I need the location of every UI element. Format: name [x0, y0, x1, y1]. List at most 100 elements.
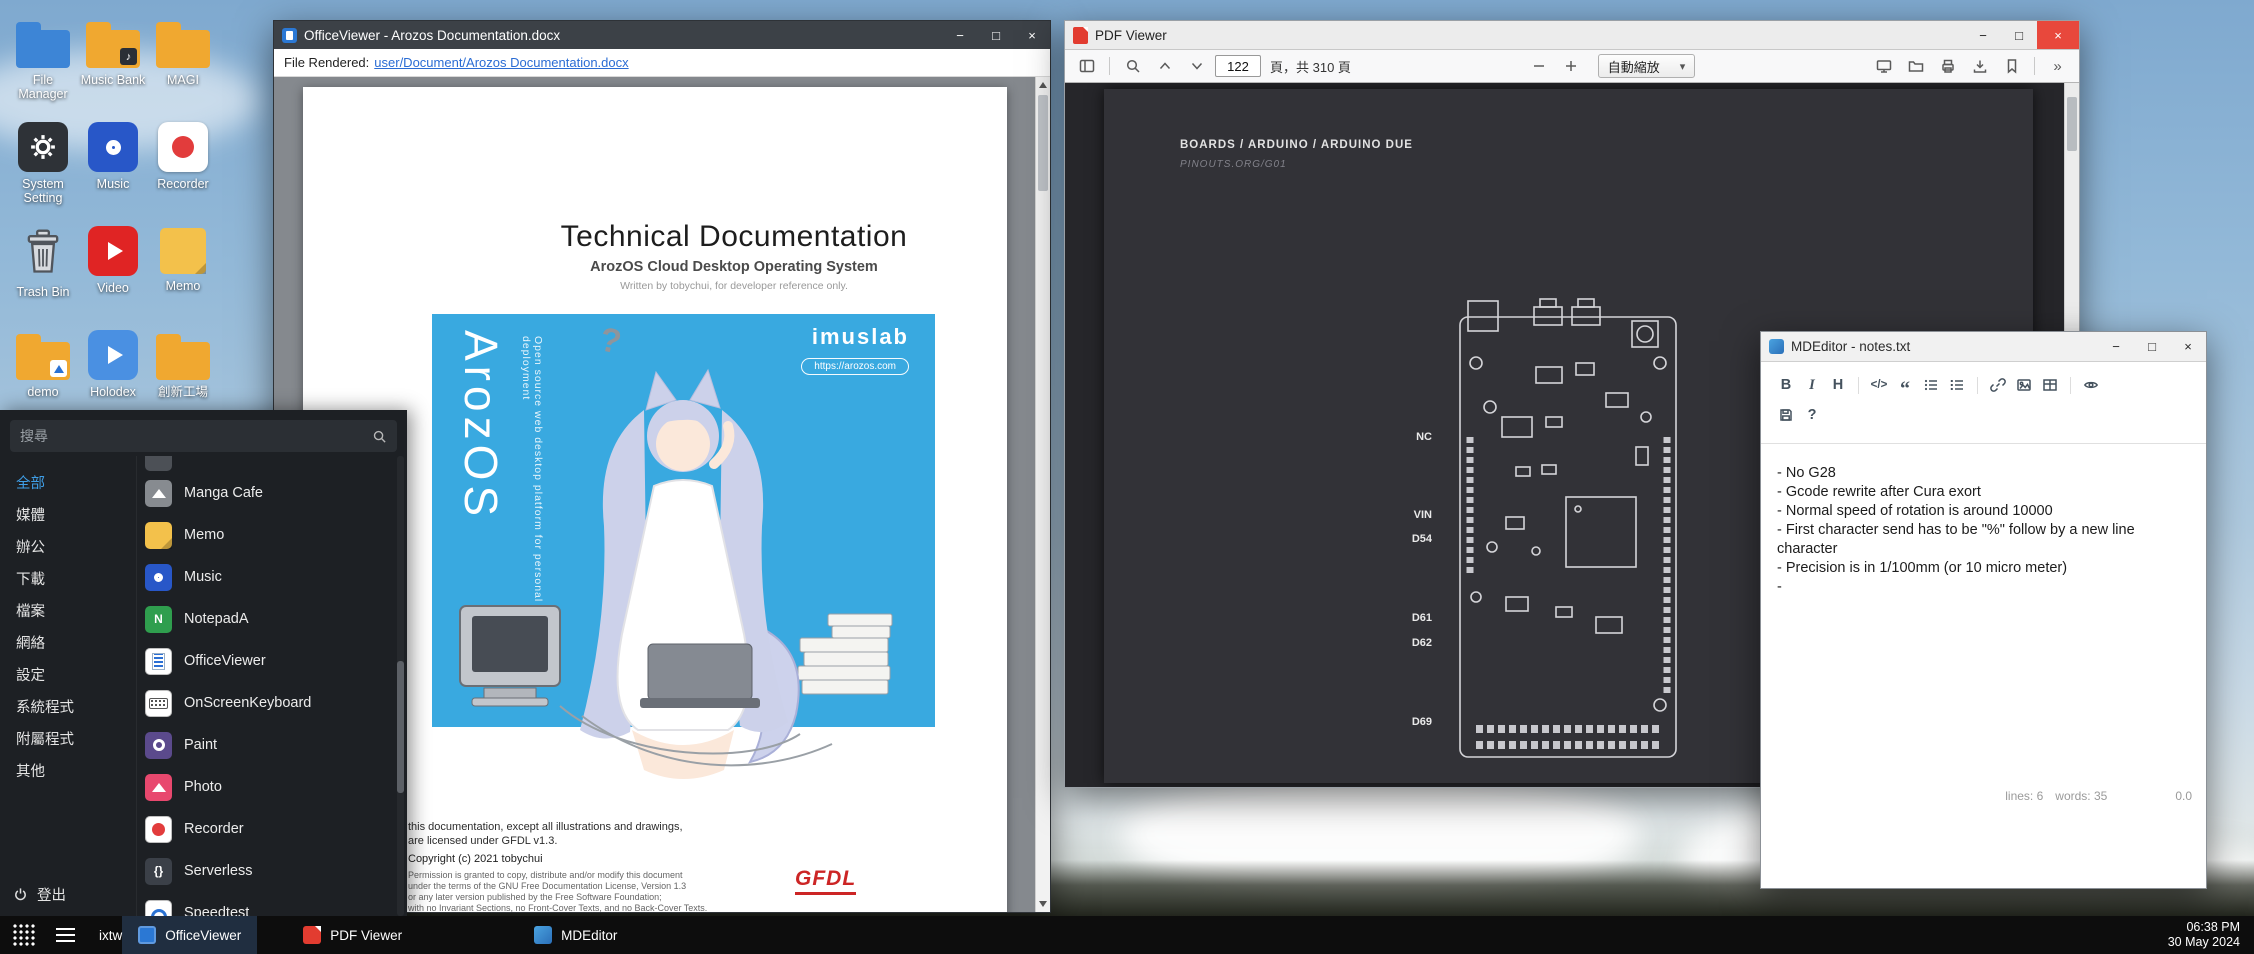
start-menu-search[interactable]: [10, 420, 397, 452]
unordered-list-icon[interactable]: [1918, 372, 1944, 398]
maximize-button[interactable]: □: [2134, 332, 2170, 361]
officeviewer-app-icon: [282, 28, 297, 43]
pdfviewer-titlebar[interactable]: PDF Viewer − □ ×: [1065, 21, 2079, 50]
category-files[interactable]: 檔案: [0, 596, 136, 628]
category-settings[interactable]: 設定: [0, 660, 136, 692]
close-button[interactable]: ×: [1014, 21, 1050, 49]
desktop-icon-label: 創新工場: [158, 385, 208, 399]
heading-icon[interactable]: H: [1825, 372, 1851, 398]
scrollbar[interactable]: [397, 456, 404, 916]
scroll-up-icon[interactable]: [1039, 82, 1047, 88]
app-item-paint[interactable]: Paint: [145, 724, 393, 766]
app-item-officeviewer[interactable]: OfficeViewer: [145, 640, 393, 682]
image-icon[interactable]: [2011, 372, 2037, 398]
desktop-icon-magi[interactable]: MAGI: [148, 10, 218, 114]
scrollbar-thumb[interactable]: [1038, 95, 1048, 191]
preview-eye-icon[interactable]: [2078, 372, 2104, 398]
zoom-in-icon[interactable]: [1558, 53, 1585, 79]
app-item-music[interactable]: Music: [145, 556, 393, 598]
folder-icon: [156, 342, 210, 380]
ordered-list-icon[interactable]: [1944, 372, 1970, 398]
italic-icon[interactable]: I: [1799, 372, 1825, 398]
category-system[interactable]: 系統程式: [0, 692, 136, 724]
save-icon[interactable]: [1773, 402, 1799, 428]
officeviewer-titlebar[interactable]: OfficeViewer - Arozos Documentation.docx…: [274, 21, 1050, 49]
desktop-icon-system-setting[interactable]: System Setting: [8, 114, 78, 218]
list-item-partial[interactable]: [145, 456, 393, 472]
sidebar-toggle-icon[interactable]: [1073, 53, 1100, 79]
logout-button[interactable]: 登出: [0, 872, 136, 916]
close-button[interactable]: ×: [2037, 21, 2079, 49]
app-item-speedtest[interactable]: Speedtest: [145, 892, 393, 916]
maximize-button[interactable]: □: [2001, 21, 2037, 49]
scroll-down-icon[interactable]: [1039, 901, 1047, 907]
app-item-recorder[interactable]: Recorder: [145, 808, 393, 850]
taskbar-item-label: OfficeViewer: [165, 928, 241, 943]
maximize-button[interactable]: □: [978, 21, 1014, 49]
app-item-notepada[interactable]: NNotepadA: [145, 598, 393, 640]
taskbar-item-officeviewer[interactable]: OfficeViewer: [122, 916, 257, 954]
page-number-input[interactable]: [1215, 55, 1261, 77]
desktop-icon-memo[interactable]: Memo: [148, 218, 218, 322]
music-disc-icon: [88, 122, 138, 172]
minimize-button[interactable]: −: [2098, 332, 2134, 361]
more-tools-icon[interactable]: »: [2044, 53, 2071, 79]
category-download[interactable]: 下載: [0, 564, 136, 596]
mdeditor-titlebar[interactable]: MDEditor - notes.txt − □ ×: [1761, 332, 2206, 362]
search-icon[interactable]: [1119, 53, 1146, 79]
zoom-select[interactable]: 自動縮放 ▾: [1598, 54, 1696, 78]
close-button[interactable]: ×: [2170, 332, 2206, 361]
app-item-serverless[interactable]: {}Serverless: [145, 850, 393, 892]
minimize-button[interactable]: −: [942, 21, 978, 49]
rendered-file-link[interactable]: user/Document/Arozos Documentation.docx: [374, 55, 628, 70]
taskbar-clock[interactable]: 06:38 PM 30 May 2024: [2168, 920, 2254, 950]
help-icon[interactable]: ?: [1799, 402, 1825, 428]
quote-icon[interactable]: “: [1892, 372, 1918, 398]
taskbar-item-mdeditor[interactable]: MDEditor: [518, 916, 633, 954]
app-item-onscreenkeyboard[interactable]: OnScreenKeyboard: [145, 682, 393, 724]
code-icon[interactable]: </>: [1866, 372, 1892, 398]
category-accessories[interactable]: 附屬程式: [0, 724, 136, 756]
search-input[interactable]: [20, 428, 372, 444]
menu-hamburger-icon[interactable]: [56, 928, 75, 942]
presentation-mode-icon[interactable]: [1870, 53, 1897, 79]
category-all[interactable]: 全部: [0, 468, 136, 500]
desktop-icon-trash-bin[interactable]: Trash Bin: [8, 218, 78, 322]
play-icon: [88, 330, 138, 380]
print-icon[interactable]: [1934, 53, 1961, 79]
category-media[interactable]: 媒體: [0, 500, 136, 532]
category-office[interactable]: 辦公: [0, 532, 136, 564]
zoom-out-icon[interactable]: [1526, 53, 1553, 79]
bookmark-icon[interactable]: [1998, 53, 2025, 79]
scrollbar[interactable]: [1035, 77, 1050, 912]
desktop-icon-music-bank[interactable]: ♪ Music Bank: [78, 10, 148, 114]
scrollbar-thumb[interactable]: [397, 661, 404, 793]
minimize-button[interactable]: −: [1965, 21, 2001, 49]
taskbar-item-pdfviewer[interactable]: PDF Viewer: [287, 916, 418, 954]
next-page-icon[interactable]: [1183, 53, 1210, 79]
link-icon[interactable]: [1985, 372, 2011, 398]
app-item-manga-cafe[interactable]: Manga Cafe: [145, 472, 393, 514]
app-label: OfficeViewer: [184, 653, 266, 669]
editor-statusbar: lines: 6 words: 35 0.0: [1761, 784, 2206, 808]
download-icon[interactable]: [1966, 53, 1993, 79]
open-file-icon[interactable]: [1902, 53, 1929, 79]
record-dot-icon: [158, 122, 208, 172]
desktop-icon-file-manager[interactable]: File Manager: [8, 10, 78, 114]
cover-illustration: ArozOS Open source web desktop platform …: [432, 314, 935, 806]
start-grid-icon[interactable]: [12, 923, 36, 947]
app-item-photo[interactable]: Photo: [145, 766, 393, 808]
start-menu-categories: 全部 媒體 辦公 下載 檔案 網絡 設定 系統程式 附屬程式 其他 登出: [0, 456, 137, 916]
app-item-memo[interactable]: Memo: [145, 514, 393, 556]
desktop-icon-label: Memo: [166, 279, 201, 293]
table-icon[interactable]: [2037, 372, 2063, 398]
category-network[interactable]: 網絡: [0, 628, 136, 660]
previous-page-icon[interactable]: [1151, 53, 1178, 79]
markdown-editor[interactable]: - No G28 - Gcode rewrite after Cura exor…: [1761, 444, 2206, 784]
bold-icon[interactable]: B: [1773, 372, 1799, 398]
category-other[interactable]: 其他: [0, 756, 136, 788]
desktop-icon-video[interactable]: Video: [78, 218, 148, 322]
scrollbar-thumb[interactable]: [2067, 97, 2077, 151]
desktop-icon-recorder[interactable]: Recorder: [148, 114, 218, 218]
desktop-icon-music[interactable]: Music: [78, 114, 148, 218]
